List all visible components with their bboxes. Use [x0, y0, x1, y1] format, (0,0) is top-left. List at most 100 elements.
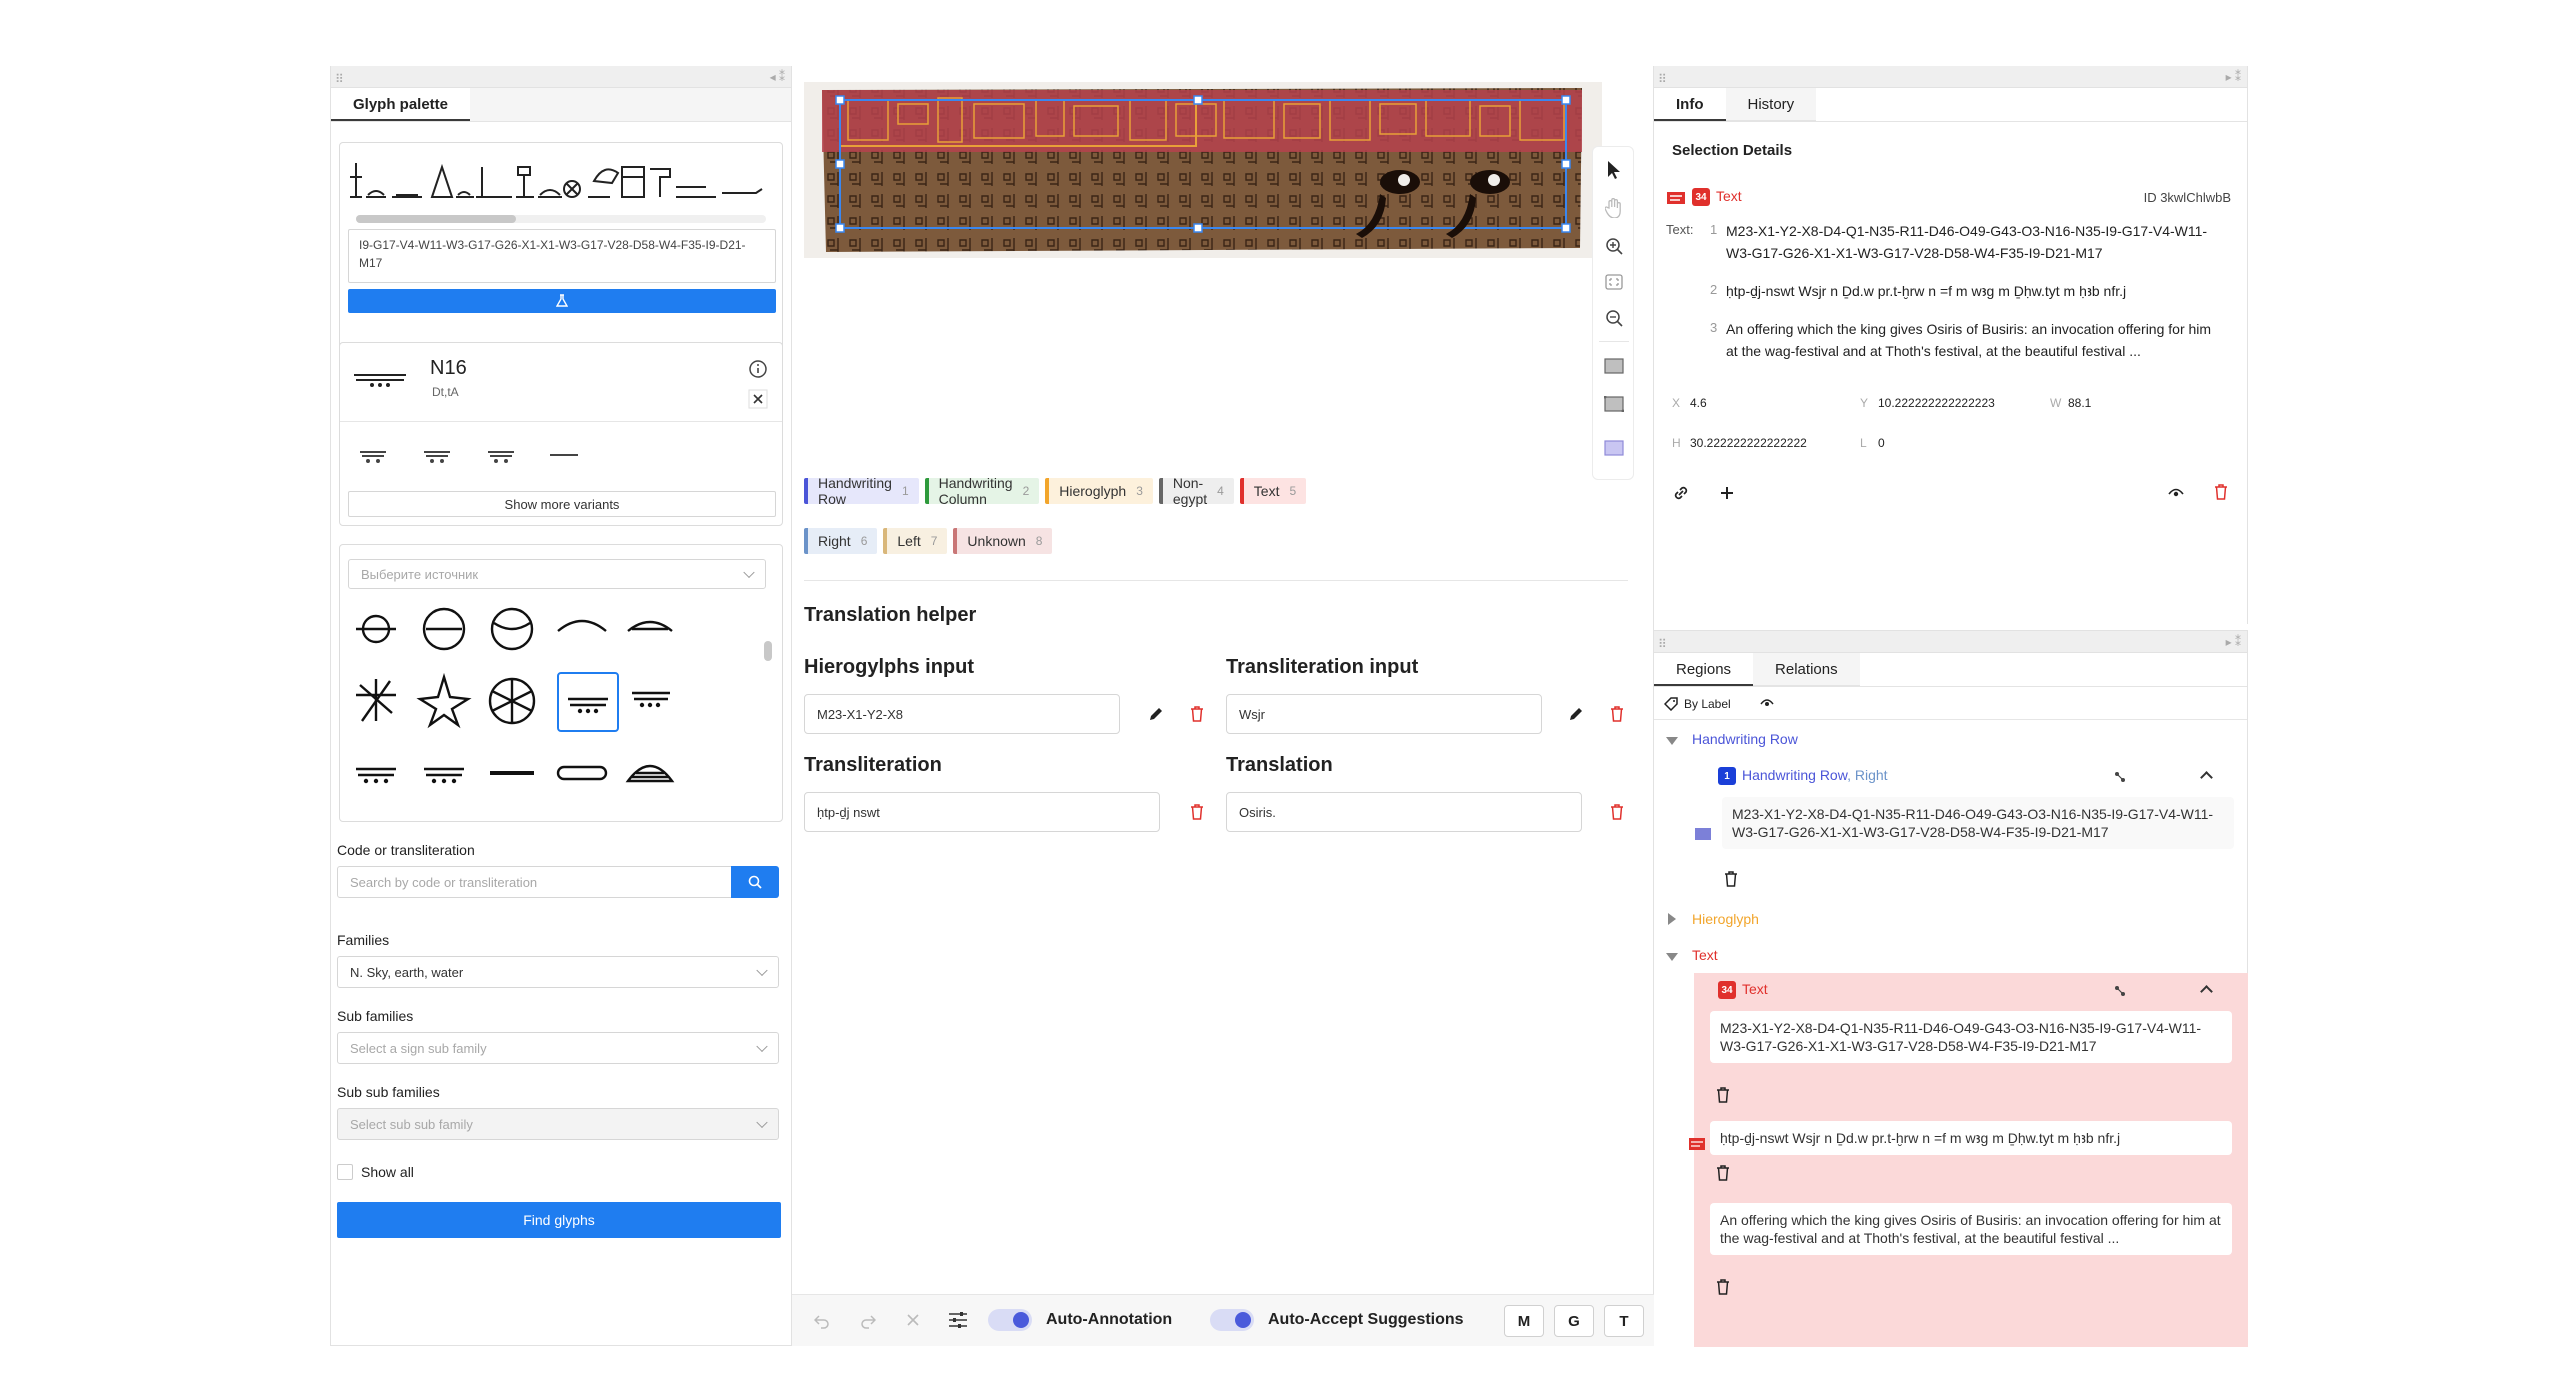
collapse-item-1-icon[interactable]	[2200, 771, 2213, 784]
label-chip-text: Hieroglyph	[1059, 483, 1127, 499]
palette-scrollbar[interactable]	[356, 215, 766, 223]
clear-icon[interactable]	[906, 1313, 920, 1327]
collapse-item-2-icon[interactable]	[2200, 985, 2213, 998]
tab-regions[interactable]: Regions	[1654, 653, 1754, 686]
settings-sliders-icon[interactable]	[948, 1311, 968, 1329]
h-label: H	[1672, 436, 1681, 450]
delete-hiero-icon[interactable]	[1190, 706, 1204, 722]
mode-t-button[interactable]: T	[1604, 1305, 1644, 1337]
subsubfamilies-select[interactable]: Select sub sub family	[337, 1108, 779, 1140]
expand-handwriting-row-icon[interactable]	[1666, 737, 1678, 745]
tool-zoom-out[interactable]	[1596, 301, 1632, 335]
label-chip-text[interactable]: Text 5	[1239, 478, 1307, 504]
glyph-grid-box: Выберите источник	[339, 544, 783, 822]
expand-text-icon[interactable]	[1666, 953, 1678, 961]
region-item-2-text[interactable]: M23-X1-Y2-X8-D4-Q1-N35-R11-D46-O49-G43-O…	[1710, 1011, 2232, 1063]
delete-translit-icon[interactable]	[1610, 706, 1624, 722]
label-chip-text: Handwriting Row	[818, 475, 892, 507]
label-chip-left[interactable]: Left 7	[883, 528, 948, 554]
find-glyphs-button[interactable]: Find glyphs	[337, 1202, 781, 1238]
subfamilies-select[interactable]: Select a sign sub family	[337, 1032, 779, 1064]
tool-select[interactable]	[1596, 153, 1632, 187]
tab-glyph-palette[interactable]: Glyph palette	[331, 88, 471, 121]
auto-annotation-toggle[interactable]	[988, 1309, 1032, 1331]
edit-hiero-icon[interactable]	[1148, 706, 1164, 722]
undo-icon[interactable]	[814, 1313, 830, 1329]
tool-polygon[interactable]	[1596, 431, 1632, 465]
panel-expand-icon[interactable]: ▸ ⁑	[2226, 635, 2241, 649]
tool-rectangle-alt[interactable]	[1596, 387, 1632, 421]
glyph-grid-scrollbar[interactable]	[764, 607, 772, 807]
delete-selection-icon[interactable]	[2214, 484, 2228, 500]
group-handwriting-row[interactable]: Handwriting Row	[1692, 731, 1798, 747]
delete-item-1-icon[interactable]	[1724, 871, 1738, 887]
expand-hieroglyph-icon[interactable]	[1668, 913, 1676, 925]
regions-divider	[1654, 719, 2247, 720]
transliteration-field[interactable]: ḥtp-ḏj nswt	[804, 792, 1160, 832]
link-icon[interactable]	[1672, 484, 1690, 502]
tool-fit[interactable]	[1596, 265, 1632, 299]
relation-icon[interactable]	[2114, 985, 2126, 997]
delete-item-4-icon[interactable]	[1716, 1279, 1730, 1295]
region-item-1-title[interactable]: Handwriting Row, Right	[1742, 767, 1888, 783]
label-chip-shortcut: 8	[1035, 534, 1043, 548]
panel-expand-icon[interactable]: ▸ ⁑	[2226, 70, 2241, 84]
show-all-checkbox[interactable]	[337, 1164, 353, 1180]
tab-history[interactable]: History	[1725, 88, 1817, 121]
group-hieroglyph[interactable]: Hieroglyph	[1692, 911, 1759, 927]
tab-info[interactable]: Info	[1654, 88, 1726, 121]
region-item-4-text[interactable]: An offering which the king gives Osiris …	[1710, 1203, 2232, 1255]
subfamilies-placeholder: Select a sign sub family	[350, 1040, 487, 1056]
label-chip-shortcut: 1	[901, 484, 909, 498]
info-icon[interactable]	[748, 359, 768, 379]
hiero-input[interactable]: M23-X1-Y2-X8	[804, 694, 1120, 734]
stela-image[interactable]	[804, 82, 1602, 258]
label-chip-right[interactable]: Right 6	[804, 528, 878, 554]
show-more-variants-button[interactable]: Show more variants	[348, 491, 776, 517]
drag-handle-icon[interactable]: ⠿	[1658, 72, 1667, 86]
edit-translit-icon[interactable]	[1568, 706, 1584, 722]
translation-field[interactable]: Osiris.	[1226, 792, 1582, 832]
translit-input[interactable]: Wsjr	[1226, 694, 1542, 734]
by-label-button[interactable]: By Label	[1684, 697, 1731, 711]
redo-icon[interactable]	[860, 1313, 876, 1329]
region-item-3-text[interactable]: ḥtp-ḏj-nswt Wsjr n Ḏd.w pr.t-ḫrw n =f m …	[1710, 1121, 2232, 1155]
families-select[interactable]: N. Sky, earth, water	[337, 956, 779, 988]
text-region-icon	[1689, 1138, 1705, 1150]
label-chip-handwriting-column[interactable]: Handwriting Column 2	[924, 475, 1040, 507]
source-select[interactable]: Выберите источник	[348, 559, 766, 589]
code-textarea[interactable]: I9-G17-V4-W11-W3-G17-G26-X1-X1-W3-G17-V2…	[348, 229, 776, 283]
label-chip-handwriting-row[interactable]: Handwriting Row 1	[804, 475, 919, 507]
tab-relations[interactable]: Relations	[1753, 653, 1860, 686]
tool-pan[interactable]	[1596, 191, 1632, 225]
search-input[interactable]: Search by code or transliteration	[337, 866, 732, 898]
region-item-1-text[interactable]: M23-X1-Y2-X8-D4-Q1-N35-R11-D46-O49-G43-O…	[1722, 797, 2234, 849]
add-icon[interactable]	[1718, 484, 1736, 502]
region-icon	[1604, 396, 1624, 412]
selected-text-region[interactable]: 34 Text M23-X1-Y2-X8-D4-Q1-N35-R11-D46-O…	[1689, 973, 2248, 1347]
palette-apply-button[interactable]	[348, 289, 776, 313]
search-button[interactable]	[731, 866, 779, 898]
tool-zoom-in[interactable]	[1596, 229, 1632, 263]
visibility-icon[interactable]	[2168, 486, 2184, 500]
mode-g-button[interactable]: G	[1554, 1305, 1594, 1337]
label-chip-unknown[interactable]: Unknown 8	[953, 528, 1053, 554]
label-chip-hieroglyph[interactable]: Hieroglyph 3	[1045, 478, 1153, 504]
mode-m-button[interactable]: M	[1504, 1305, 1544, 1337]
visibility-icon[interactable]	[1760, 697, 1774, 709]
group-text[interactable]: Text	[1692, 947, 1718, 963]
delete-item-3-icon[interactable]	[1716, 1165, 1730, 1181]
panel-collapse-icon[interactable]: ◂ ⁑	[770, 70, 785, 84]
tool-rectangle[interactable]	[1596, 349, 1632, 383]
region-item-2-title[interactable]: Text	[1742, 981, 1768, 997]
auto-accept-toggle[interactable]	[1210, 1309, 1254, 1331]
delete-item-2-icon[interactable]	[1716, 1087, 1730, 1103]
delete-transliteration-icon[interactable]	[1190, 804, 1204, 820]
drag-handle-icon[interactable]: ⠿	[1658, 637, 1667, 651]
delete-translation-icon[interactable]	[1610, 804, 1624, 820]
text-line-2-no: 2	[1710, 282, 1718, 297]
drag-handle-icon[interactable]: ⠿	[335, 72, 344, 86]
relation-icon[interactable]	[2114, 771, 2126, 783]
close-icon[interactable]	[748, 389, 768, 409]
label-chip-non-egypt[interactable]: Non-egypt 4	[1158, 475, 1234, 507]
